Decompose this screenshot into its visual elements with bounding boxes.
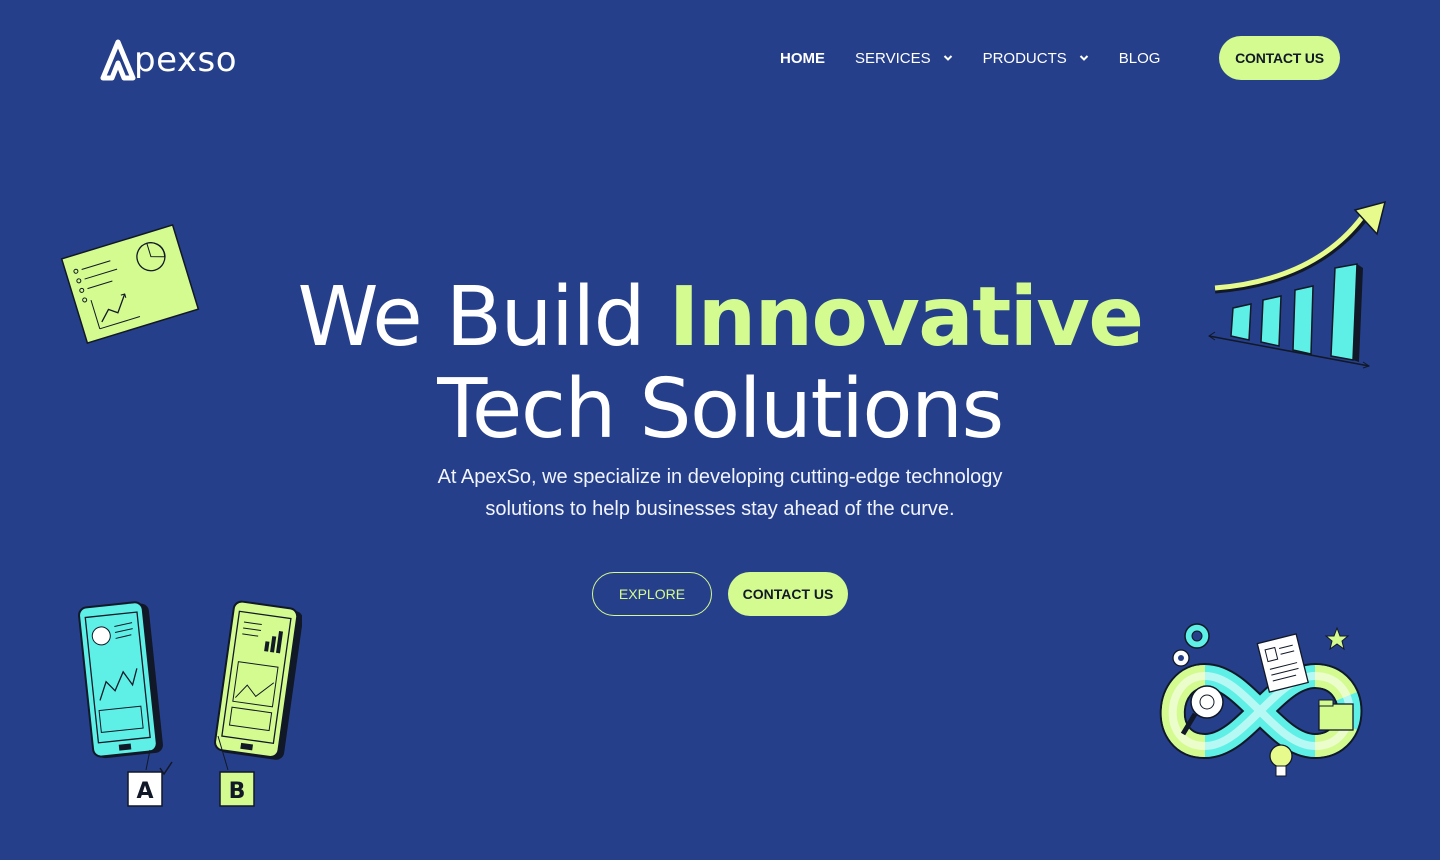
nav-home[interactable]: HOME (780, 50, 825, 67)
hero-title-plain: We Build (297, 270, 669, 365)
report-sheet-icon (60, 224, 200, 344)
nav-products-label: PRODUCTS (982, 49, 1067, 67)
nav-services[interactable]: SERVICES (855, 50, 953, 67)
hero-title-line2: Tech Solutions (437, 362, 1004, 457)
label-b-text: B (229, 779, 246, 804)
ab-test-phones-icon: A B (78, 600, 302, 807)
hero-contact-button[interactable]: CONTACT US (728, 572, 848, 616)
hero-title-accent: Innovative (668, 270, 1144, 365)
infinity-workflow-icon (1159, 623, 1363, 777)
chevron-down-icon (943, 54, 953, 62)
logo-mark-icon (100, 39, 136, 81)
hero-subtitle-line1: At ApexSo, we specialize in developing c… (437, 466, 1003, 488)
hero-subtitle-line2: solutions to help businesses stay ahead … (485, 498, 955, 520)
growth-chart-icon (1208, 200, 1387, 369)
explore-button[interactable]: EXPLORE (592, 572, 712, 616)
logo[interactable]: pexso (100, 38, 237, 82)
header-contact-button[interactable]: CONTACT US (1219, 36, 1340, 80)
nav-blog[interactable]: BLOG (1119, 50, 1161, 67)
logo-text: pexso (134, 40, 238, 80)
chevron-down-icon (1079, 54, 1089, 62)
nav-home-label: HOME (780, 49, 825, 67)
nav-blog-label: BLOG (1118, 49, 1161, 67)
hero-actions: EXPLORE CONTACT US (592, 572, 848, 616)
hero-subtitle: At ApexSo, we specialize in developing c… (380, 461, 1060, 525)
label-a-text: A (136, 779, 153, 804)
nav-products[interactable]: PRODUCTS (983, 50, 1089, 67)
nav-services-label: SERVICES (855, 49, 931, 67)
main-nav: HOME SERVICES PRODUCTS BLOG (780, 36, 1160, 80)
